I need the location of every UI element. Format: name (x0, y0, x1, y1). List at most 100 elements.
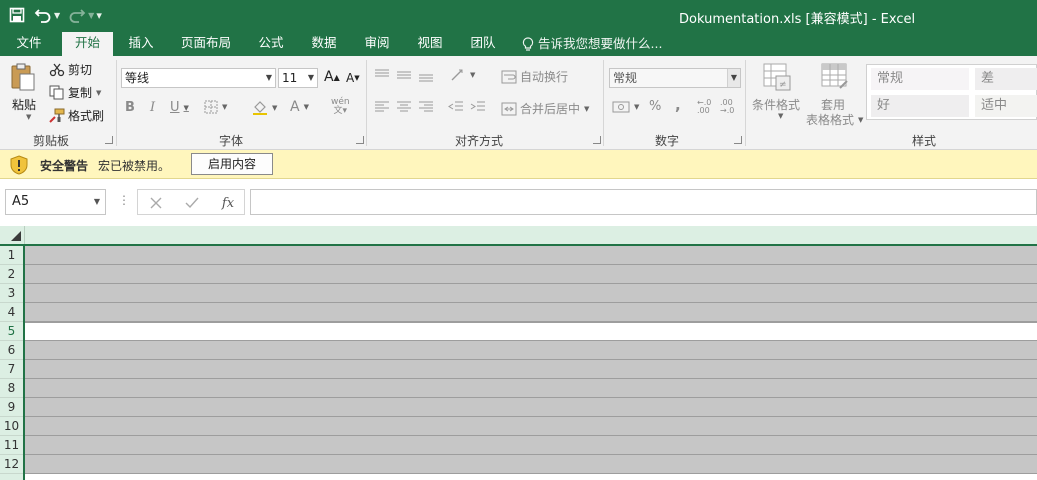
conditional-format-icon[interactable]: ≠ (762, 62, 792, 92)
table-row[interactable] (25, 455, 1037, 474)
row-header[interactable]: 4 (0, 303, 23, 322)
align-bottom-button[interactable] (418, 68, 434, 82)
tab-insert[interactable]: 插入 (120, 32, 162, 56)
font-size-select[interactable]: 11 ▼ (278, 68, 318, 88)
align-left-button[interactable] (374, 101, 390, 113)
tab-review[interactable]: 审阅 (356, 32, 398, 56)
paste-button[interactable]: 粘贴 (12, 96, 36, 113)
format-as-table-button-2[interactable]: 表格格式 ▼ (806, 111, 863, 128)
style-neutral[interactable]: 适中 (975, 95, 1037, 117)
table-row[interactable] (25, 360, 1037, 379)
enable-content-button[interactable]: 启用内容 (191, 153, 273, 175)
merge-center-button[interactable]: 合并后居中 ▼ (501, 100, 589, 117)
tab-team[interactable]: 团队 (462, 32, 504, 56)
grow-font-button[interactable]: A ▲ (324, 69, 340, 85)
table-row[interactable] (25, 417, 1037, 436)
row-header[interactable]: 11 (0, 436, 23, 455)
style-bad[interactable]: 差 (975, 68, 1037, 90)
enter-check-icon[interactable] (182, 193, 202, 213)
clipboard-launcher-icon[interactable] (105, 136, 113, 144)
bold-button[interactable]: B (125, 100, 135, 115)
increase-indent-button[interactable] (470, 101, 486, 113)
tab-view[interactable]: 视图 (409, 32, 451, 56)
increase-decimal-button[interactable]: ←.0 .00 (697, 99, 715, 115)
format-painter-button[interactable]: 格式刷 (49, 107, 104, 124)
customize-qat-icon[interactable]: ▾ (96, 9, 102, 22)
row-header-selected[interactable]: 5 (0, 322, 23, 341)
decrease-decimal-button[interactable]: .00 →.0 (720, 99, 738, 115)
redo-icon (66, 4, 88, 26)
align-top-button[interactable] (374, 68, 390, 82)
insert-function-icon[interactable]: fx (218, 193, 238, 213)
tab-page-layout[interactable]: 页面布局 (176, 32, 236, 56)
name-box-dropdown-icon[interactable]: ▼ (94, 190, 100, 214)
table-row[interactable] (25, 436, 1037, 455)
font-color-button[interactable]: A ▼ (290, 99, 309, 115)
align-right-button[interactable] (418, 101, 434, 113)
tab-home[interactable]: 开始 (62, 32, 113, 56)
underline-button[interactable]: U ▼ (170, 100, 189, 115)
style-good[interactable]: 好 (871, 95, 969, 117)
align-center-icon (397, 101, 411, 112)
cancel-icon[interactable] (146, 193, 166, 213)
decrease-indent-button[interactable] (448, 101, 464, 113)
conditional-format-dropdown-icon[interactable]: ▼ (774, 112, 783, 120)
border-button[interactable]: ▼ (204, 100, 227, 114)
undo-dropdown-icon[interactable]: ▼ (54, 11, 60, 20)
currency-button[interactable]: ▼ (612, 100, 639, 114)
selected-row[interactable] (25, 322, 1037, 341)
table-row[interactable] (25, 379, 1037, 398)
formula-bar-splitter-icon[interactable]: ⋮ (118, 193, 130, 207)
row-header[interactable]: 1 (0, 246, 23, 265)
style-normal[interactable]: 常规 (871, 68, 969, 90)
table-row[interactable] (25, 284, 1037, 303)
number-format-select[interactable]: 常规 ▼ (609, 68, 741, 88)
tab-data[interactable]: 数据 (303, 32, 345, 56)
font-name-select[interactable]: 等线 ▼ (121, 68, 276, 88)
select-all-button[interactable] (0, 226, 25, 244)
alignment-launcher-icon[interactable] (593, 136, 601, 144)
italic-button[interactable]: I (150, 100, 155, 115)
orientation-button[interactable]: ▼ (450, 68, 475, 82)
row-header[interactable]: 10 (0, 417, 23, 436)
copy-dropdown-icon[interactable]: ▼ (96, 89, 101, 97)
font-launcher-icon[interactable] (356, 136, 364, 144)
cell-grid[interactable] (25, 246, 1037, 480)
save-icon[interactable] (6, 4, 28, 26)
undo-icon[interactable] (32, 4, 54, 26)
comma-button[interactable]: , (675, 96, 681, 114)
row-header[interactable]: 8 (0, 379, 23, 398)
tell-me-search[interactable]: 告诉我您想要做什么... (522, 32, 662, 56)
paste-dropdown-icon[interactable]: ▼ (22, 113, 31, 121)
table-row[interactable] (25, 341, 1037, 360)
format-as-table-icon[interactable] (820, 62, 850, 92)
format-painter-icon (49, 108, 65, 123)
percent-button[interactable]: % (649, 99, 661, 114)
number-launcher-icon[interactable] (734, 136, 742, 144)
wrap-text-button[interactable]: 自动换行 (501, 68, 568, 85)
phonetic-button[interactable]: wén 文▾ (331, 98, 350, 116)
fill-color-button[interactable]: ▼ (252, 100, 277, 115)
font-group-label: 字体 (219, 134, 244, 148)
paste-icon[interactable] (10, 62, 40, 92)
tab-formulas[interactable]: 公式 (250, 32, 292, 56)
row-header[interactable]: 9 (0, 398, 23, 417)
align-center-button[interactable] (396, 101, 412, 113)
row-header[interactable]: 3 (0, 284, 23, 303)
cut-button[interactable]: 剪切 (49, 61, 92, 78)
row-header[interactable]: 12 (0, 455, 23, 474)
table-row[interactable] (25, 303, 1037, 322)
row-header[interactable]: 6 (0, 341, 23, 360)
tab-file[interactable]: 文件 (4, 32, 54, 56)
conditional-format-button[interactable]: 条件格式 (752, 96, 800, 113)
name-box[interactable]: A5 ▼ (5, 189, 106, 215)
align-middle-button[interactable] (396, 68, 412, 82)
row-header[interactable]: 7 (0, 360, 23, 379)
copy-button[interactable]: 复制 ▼ (49, 84, 101, 101)
shrink-font-button[interactable]: A ▼ (346, 71, 360, 85)
row-header[interactable]: 2 (0, 265, 23, 284)
table-row[interactable] (25, 246, 1037, 265)
table-row[interactable] (25, 265, 1037, 284)
table-row[interactable] (25, 398, 1037, 417)
formula-input[interactable] (250, 189, 1037, 215)
